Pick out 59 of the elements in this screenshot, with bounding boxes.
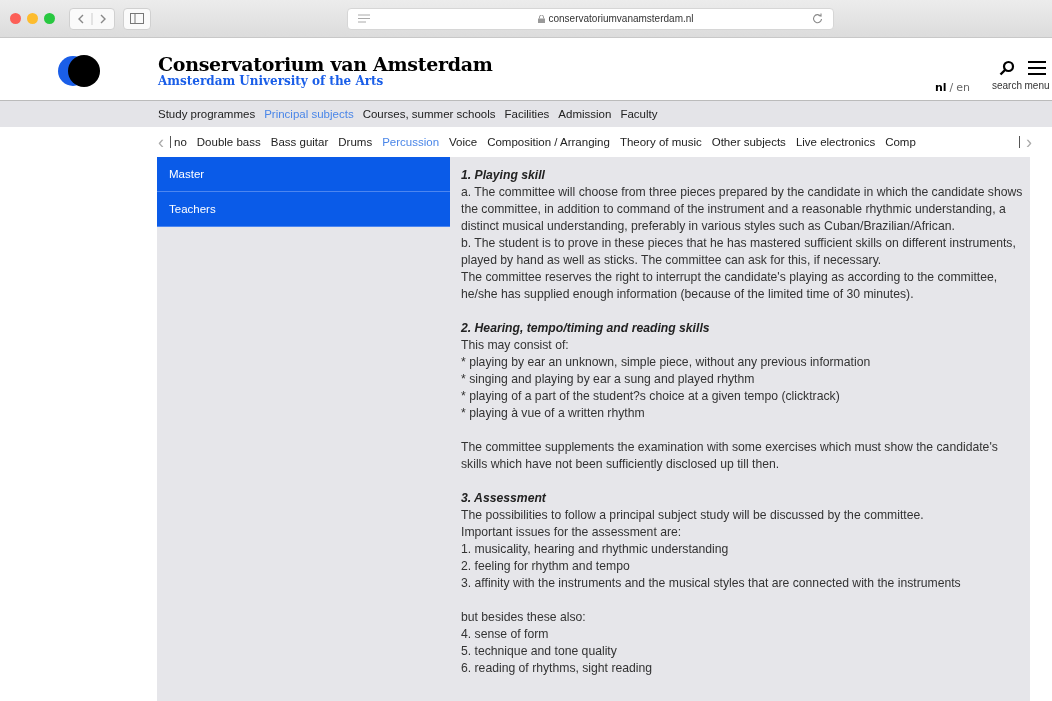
paragraph: 1. musicality, hearing and rhythmic understanding	[461, 541, 730, 558]
reload-icon[interactable]	[812, 13, 823, 24]
paragraph: * playing à vue of a written rhythm	[461, 405, 646, 422]
subject-tab[interactable]: Percussion	[382, 136, 440, 148]
search-button[interactable]: search	[992, 60, 1022, 91]
language-link[interactable]: en	[956, 81, 970, 94]
close-window-icon[interactable]	[10, 13, 21, 24]
section-heading: 1. Playing skill	[461, 167, 546, 184]
paragraph: * playing of a part of the student?s choice at a given tempo (clicktrack)	[461, 388, 841, 405]
nav-link[interactable]: Study programmes	[158, 108, 256, 120]
paragraph: 3. affinity with the instruments and the musical styles that are connected with the instruments	[461, 575, 962, 592]
subject-tab[interactable]: Live electronics	[795, 136, 876, 148]
url-text: conservatoriumvanamsterdam.nl	[538, 13, 694, 24]
paragraph: 4. sense of form	[461, 626, 550, 643]
menu-icon	[1028, 60, 1046, 76]
language-link[interactable]: /	[949, 81, 954, 94]
paragraph: but besides these also:	[461, 609, 587, 626]
paragraph: 6. reading of rhythms, sight reading	[461, 660, 654, 677]
nav-link[interactable]: Admission	[558, 108, 612, 120]
reader-view-icon[interactable]	[358, 14, 370, 23]
paragraph: This may consist of:	[461, 337, 570, 354]
sidebar-item[interactable]: Teachers	[157, 192, 450, 227]
sidebar-item[interactable]: Master	[157, 157, 450, 192]
subject-tab[interactable]: Double bass	[196, 136, 261, 148]
site-title: Conservatorium van Amsterdam	[158, 53, 493, 75]
paragraph: The possibilities to follow a principal subject study will be discussed by the committee.	[461, 507, 925, 524]
subject-tab[interactable]: Comp	[885, 136, 916, 148]
nav-link[interactable]: Facilities	[504, 108, 550, 120]
nav-link[interactable]: Courses, summer schools	[362, 108, 496, 120]
back-forward-buttons[interactable]	[69, 7, 115, 30]
logo-icon[interactable]	[56, 54, 102, 88]
subject-tab[interactable]: Bass guitar	[270, 136, 329, 148]
paragraph: The committee reserves the right to interrupt the candidate's playing as according to the committee, he/she has supplied enough information (because of the limited time of 30 minutes).	[461, 269, 999, 303]
subject-tab[interactable]: Theory of music	[619, 136, 702, 148]
sidebar-toggle-icon[interactable]	[123, 7, 151, 30]
search-icon	[999, 60, 1015, 76]
menu-button[interactable]: menu	[1022, 60, 1052, 91]
paragraph: a. The committee will choose from three pieces prepared by the candidate in which the candidate shows the committee, in addition to command of the instrument and a reasonable rhythmic understanding, a distinct musical understanding, preferably in various styles such as Cuban/Brazilian/African.	[461, 184, 1023, 235]
paragraph: 5. technique and tone quality	[461, 643, 618, 660]
paragraph: * singing and playing by ear a sung and played rhythm	[461, 371, 756, 388]
paragraph: Important issues for the assessment are:	[461, 524, 683, 541]
subject-tab[interactable]: no	[174, 136, 187, 148]
address-bar[interactable]: conservatoriumvanamsterdam.nl	[347, 7, 834, 30]
paragraph: The committee supplements the examination with some exercises which must show the candidate's skills which have not been sufficiently disclosed up till then.	[461, 439, 999, 473]
language-link[interactable]: nl	[934, 81, 947, 94]
minimize-window-icon[interactable]	[27, 13, 38, 24]
subject-tab[interactable]: Voice	[449, 136, 478, 148]
paragraph: * playing by ear an unknown, simple piece, without any previous information	[461, 354, 872, 371]
nav-link[interactable]: Faculty	[620, 108, 658, 120]
paragraph: b. The student is to prove in these pieces that he has mastered sufficient skills on different instruments, played by hand as well as sticks. The committee can ask for this, if necessary.	[461, 235, 1017, 269]
zoom-window-icon[interactable]	[44, 13, 55, 24]
section-heading: 3. Assessment	[461, 490, 547, 507]
lock-icon	[538, 14, 546, 23]
subject-tab[interactable]: Other subjects	[711, 136, 786, 148]
subject-tab[interactable]: Drums	[338, 136, 373, 148]
subject-tab[interactable]: Composition / Arranging	[487, 136, 610, 148]
paragraph: 2. feeling for rhythm and tempo	[461, 558, 631, 575]
site-subtitle: Amsterdam University of the Arts	[158, 75, 385, 88]
section-heading: 2. Hearing, tempo/timing and reading skills	[461, 320, 711, 337]
